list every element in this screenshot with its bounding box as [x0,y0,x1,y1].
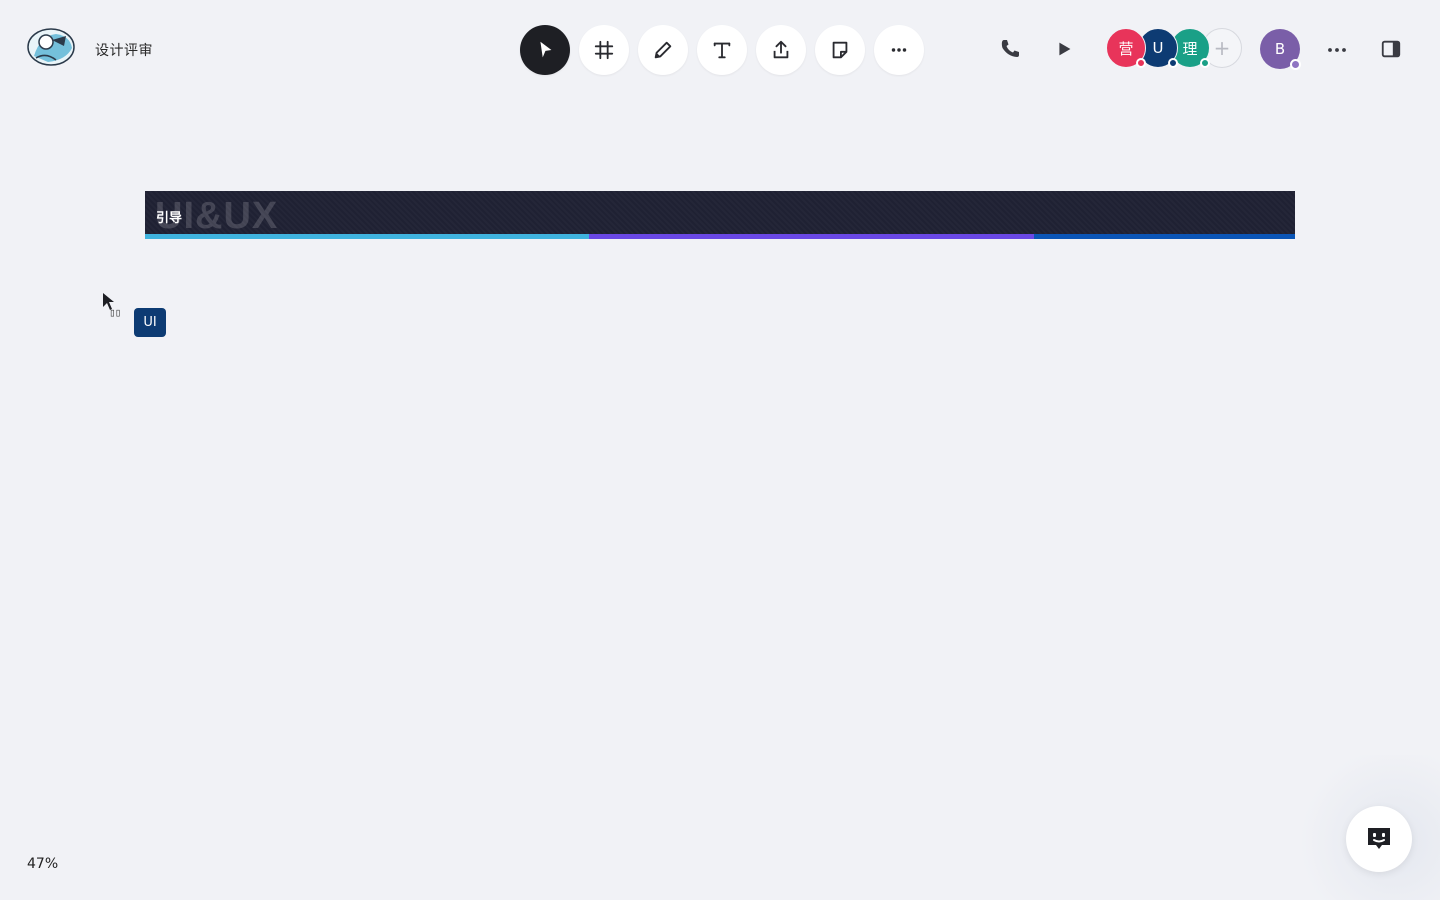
upload-tool-button[interactable] [756,25,806,75]
sticky-note-icon [832,41,848,59]
frame-icon [594,40,614,60]
sticky-note-tool-button[interactable] [815,25,865,75]
toggle-panel-button[interactable] [1380,38,1402,60]
more-options-button[interactable] [1325,38,1349,62]
play-icon [1059,42,1071,56]
collaborator-initial: 营 [1118,39,1134,58]
collaborator-initial: U [1152,39,1164,57]
text-icon [713,42,731,59]
zoom-level[interactable]: 47% [27,856,58,872]
assistant-button[interactable] [1346,806,1412,872]
more-tools-button[interactable] [874,25,924,75]
banner-stripe [1034,234,1295,239]
banner-stripe [589,234,1034,239]
canvas-banner[interactable]: UI&UX 引导 [145,191,1295,239]
banner-stripe [145,234,589,239]
board-title[interactable]: 设计评审 [95,40,153,60]
pointer-icon [540,41,552,58]
current-user-initial: B [1274,40,1286,58]
collaborator-avatar[interactable]: 营 [1106,28,1146,68]
more-horizontal-icon [1328,48,1346,52]
online-status-dot [1200,58,1210,68]
online-status-dot [1168,58,1178,68]
chat-bot-icon [1368,828,1390,849]
board-logo-icon[interactable] [26,26,76,68]
upload-icon [773,40,789,59]
cursor-glyph: ▯▯ [109,306,121,319]
online-status-dot [1136,58,1146,68]
collaborator-initial: 理 [1182,39,1198,58]
present-button[interactable] [1053,38,1075,60]
select-tool-button[interactable] [520,25,570,75]
remote-cursor-label: UI [134,308,166,337]
more-horizontal-icon [891,48,907,52]
text-tool-button[interactable] [697,25,747,75]
frame-tool-button[interactable] [579,25,629,75]
pencil-icon [654,41,672,59]
side-panel-icon [1381,40,1401,58]
pen-tool-button[interactable] [638,25,688,75]
banner-label: 引导 [156,211,183,226]
plus-icon: + [1213,36,1231,60]
whiteboard-app: 设计评审 营 U 理 + B UI&UX 引导 ▯▯ UI 47% [0,0,1440,900]
current-user-avatar[interactable]: B [1260,29,1301,70]
main-toolbar [520,25,924,75]
call-button[interactable] [998,37,1022,61]
phone-icon [1001,40,1019,57]
online-status-dot [1290,59,1301,70]
